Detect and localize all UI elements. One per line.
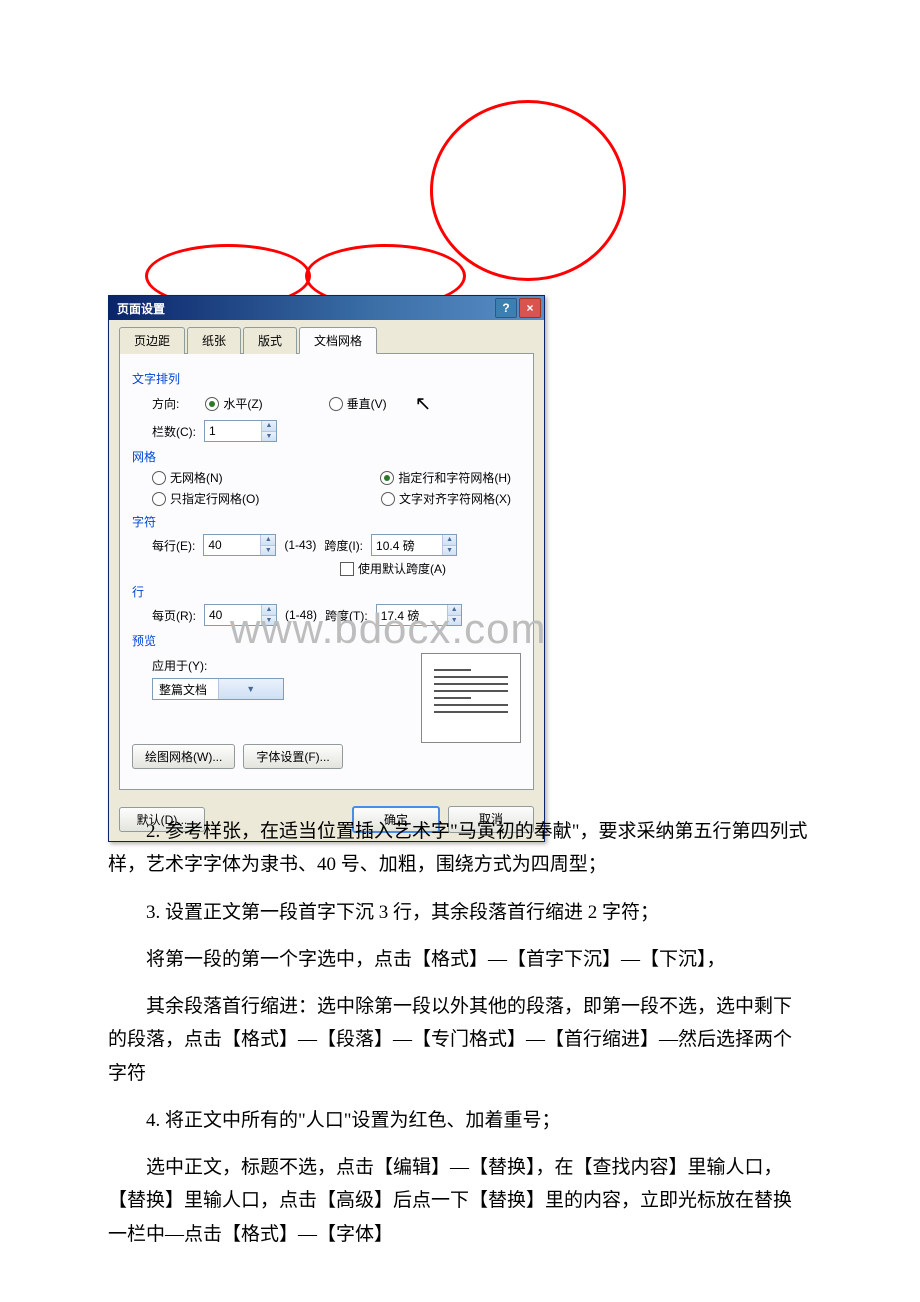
document-body-text: 2. 参考样张，在适当位置插入艺术字"马寅初的奉献"，要求采纳第五行第四列式样，… — [108, 805, 808, 1265]
tab-panel-document-grid: 文字排列 方向: 水平(Z) 垂直(V) ↖ — [119, 353, 534, 790]
spin-up-icon[interactable]: ▲ — [262, 421, 276, 432]
paragraph-4a: 选中正文，标题不选，点击【编辑】—【替换】，在【查找内容】里输人口，【替换】里输… — [108, 1151, 808, 1251]
spin-down-icon[interactable]: ▼ — [262, 616, 276, 626]
dropdown-icon[interactable]: ▼ — [218, 679, 284, 699]
per-page-input[interactable] — [205, 605, 261, 625]
radio-icon — [152, 492, 166, 506]
close-button[interactable]: × — [519, 298, 541, 318]
spin-up-icon[interactable]: ▲ — [443, 535, 456, 546]
spin-down-icon[interactable]: ▼ — [261, 546, 275, 556]
radio-vertical-label: 垂直(V) — [347, 395, 387, 412]
drawing-grid-button[interactable]: 绘图网格(W)... — [132, 744, 235, 769]
font-settings-button[interactable]: 字体设置(F)... — [243, 744, 342, 769]
radio-no-grid[interactable]: 无网格(N) — [152, 469, 223, 486]
radio-no-grid-label: 无网格(N) — [170, 469, 223, 486]
spin-down-icon[interactable]: ▼ — [262, 432, 276, 442]
tab-document-grid[interactable]: 文档网格 — [299, 327, 377, 354]
checkbox-default-span-label: 使用默认跨度(A) — [358, 560, 446, 577]
per-page-spinner[interactable]: ▲▼ — [204, 604, 277, 626]
tab-margins[interactable]: 页边距 — [119, 327, 185, 354]
cursor-arrow-icon: ↖ — [415, 391, 432, 416]
paragraph-4: 4. 将正文中所有的"人口"设置为红色、加着重号； — [108, 1104, 808, 1137]
radio-vertical[interactable]: 垂直(V) — [329, 395, 387, 412]
per-page-label: 每页(R): — [152, 607, 196, 624]
spin-down-icon[interactable]: ▼ — [443, 546, 456, 556]
per-line-input[interactable] — [204, 535, 260, 555]
radio-align-grid[interactable]: 文字对齐字符网格(X) — [381, 490, 511, 507]
checkbox-icon — [340, 562, 354, 576]
apply-to-value: 整篇文档 — [153, 679, 218, 699]
section-preview: 预览 — [132, 632, 521, 649]
apply-to-combo[interactable]: 整篇文档 ▼ — [152, 678, 284, 700]
char-span-input[interactable] — [372, 535, 442, 555]
radio-row-char-grid[interactable]: 指定行和字符网格(H) — [380, 469, 511, 486]
section-text-layout: 文字排列 — [132, 370, 521, 387]
per-line-label: 每行(E): — [152, 537, 195, 554]
section-lines: 行 — [132, 583, 521, 600]
per-page-range: (1-48) — [285, 608, 317, 622]
tab-strip: 页边距 纸张 版式 文档网格 — [119, 326, 534, 353]
annotation-circle-large — [430, 100, 626, 281]
direction-label: 方向: — [152, 395, 179, 412]
radio-icon — [381, 492, 395, 506]
spin-up-icon[interactable]: ▲ — [448, 605, 461, 616]
dialog-title: 页面设置 — [117, 300, 165, 317]
columns-label: 栏数(C): — [152, 423, 196, 440]
line-span-input[interactable] — [377, 605, 447, 625]
paragraph-3: 3. 设置正文第一段首字下沉 3 行，其余段落首行缩进 2 字符； — [108, 896, 808, 929]
page-setup-dialog: 页面设置 ? × 页边距 纸张 版式 文档网格 文字排列 方向: — [108, 295, 545, 842]
radio-align-grid-label: 文字对齐字符网格(X) — [399, 490, 511, 507]
radio-icon — [152, 471, 166, 485]
line-span-label: 跨度(T): — [325, 607, 368, 624]
radio-row-only-label: 只指定行网格(O) — [170, 490, 259, 507]
checkbox-default-span[interactable]: 使用默认跨度(A) — [340, 560, 446, 577]
char-span-spinner[interactable]: ▲▼ — [371, 534, 457, 556]
radio-icon — [380, 471, 394, 485]
columns-input[interactable] — [205, 421, 261, 441]
spin-down-icon[interactable]: ▼ — [448, 616, 461, 626]
radio-row-only[interactable]: 只指定行网格(O) — [152, 490, 259, 507]
section-grid: 网格 — [132, 448, 521, 465]
per-line-range: (1-43) — [284, 538, 316, 552]
columns-spinner[interactable]: ▲▼ — [204, 420, 277, 442]
preview-thumbnail — [421, 653, 521, 743]
dialog-titlebar[interactable]: 页面设置 ? × — [109, 296, 544, 320]
paragraph-3a: 将第一段的第一个字选中，点击【格式】—【首字下沉】—【下沉】， — [108, 943, 808, 976]
radio-icon — [205, 397, 219, 411]
tab-paper[interactable]: 纸张 — [187, 327, 241, 354]
paragraph-2: 2. 参考样张，在适当位置插入艺术字"马寅初的奉献"，要求采纳第五行第四列式样，… — [108, 815, 808, 882]
radio-horizontal[interactable]: 水平(Z) — [205, 395, 262, 412]
spin-up-icon[interactable]: ▲ — [262, 605, 276, 616]
apply-to-label: 应用于(Y): — [152, 657, 207, 674]
tab-layout[interactable]: 版式 — [243, 327, 297, 354]
line-span-spinner[interactable]: ▲▼ — [376, 604, 462, 626]
paragraph-3b: 其余段落首行缩进：选中除第一段以外其他的段落，即第一段不选，选中剩下的段落，点击… — [108, 990, 808, 1090]
section-characters: 字符 — [132, 513, 521, 530]
radio-icon — [329, 397, 343, 411]
spin-up-icon[interactable]: ▲ — [261, 535, 275, 546]
per-line-spinner[interactable]: ▲▼ — [203, 534, 276, 556]
help-button[interactable]: ? — [495, 298, 517, 318]
char-span-label: 跨度(I): — [324, 537, 363, 554]
radio-horizontal-label: 水平(Z) — [223, 395, 262, 412]
radio-row-char-grid-label: 指定行和字符网格(H) — [398, 469, 511, 486]
